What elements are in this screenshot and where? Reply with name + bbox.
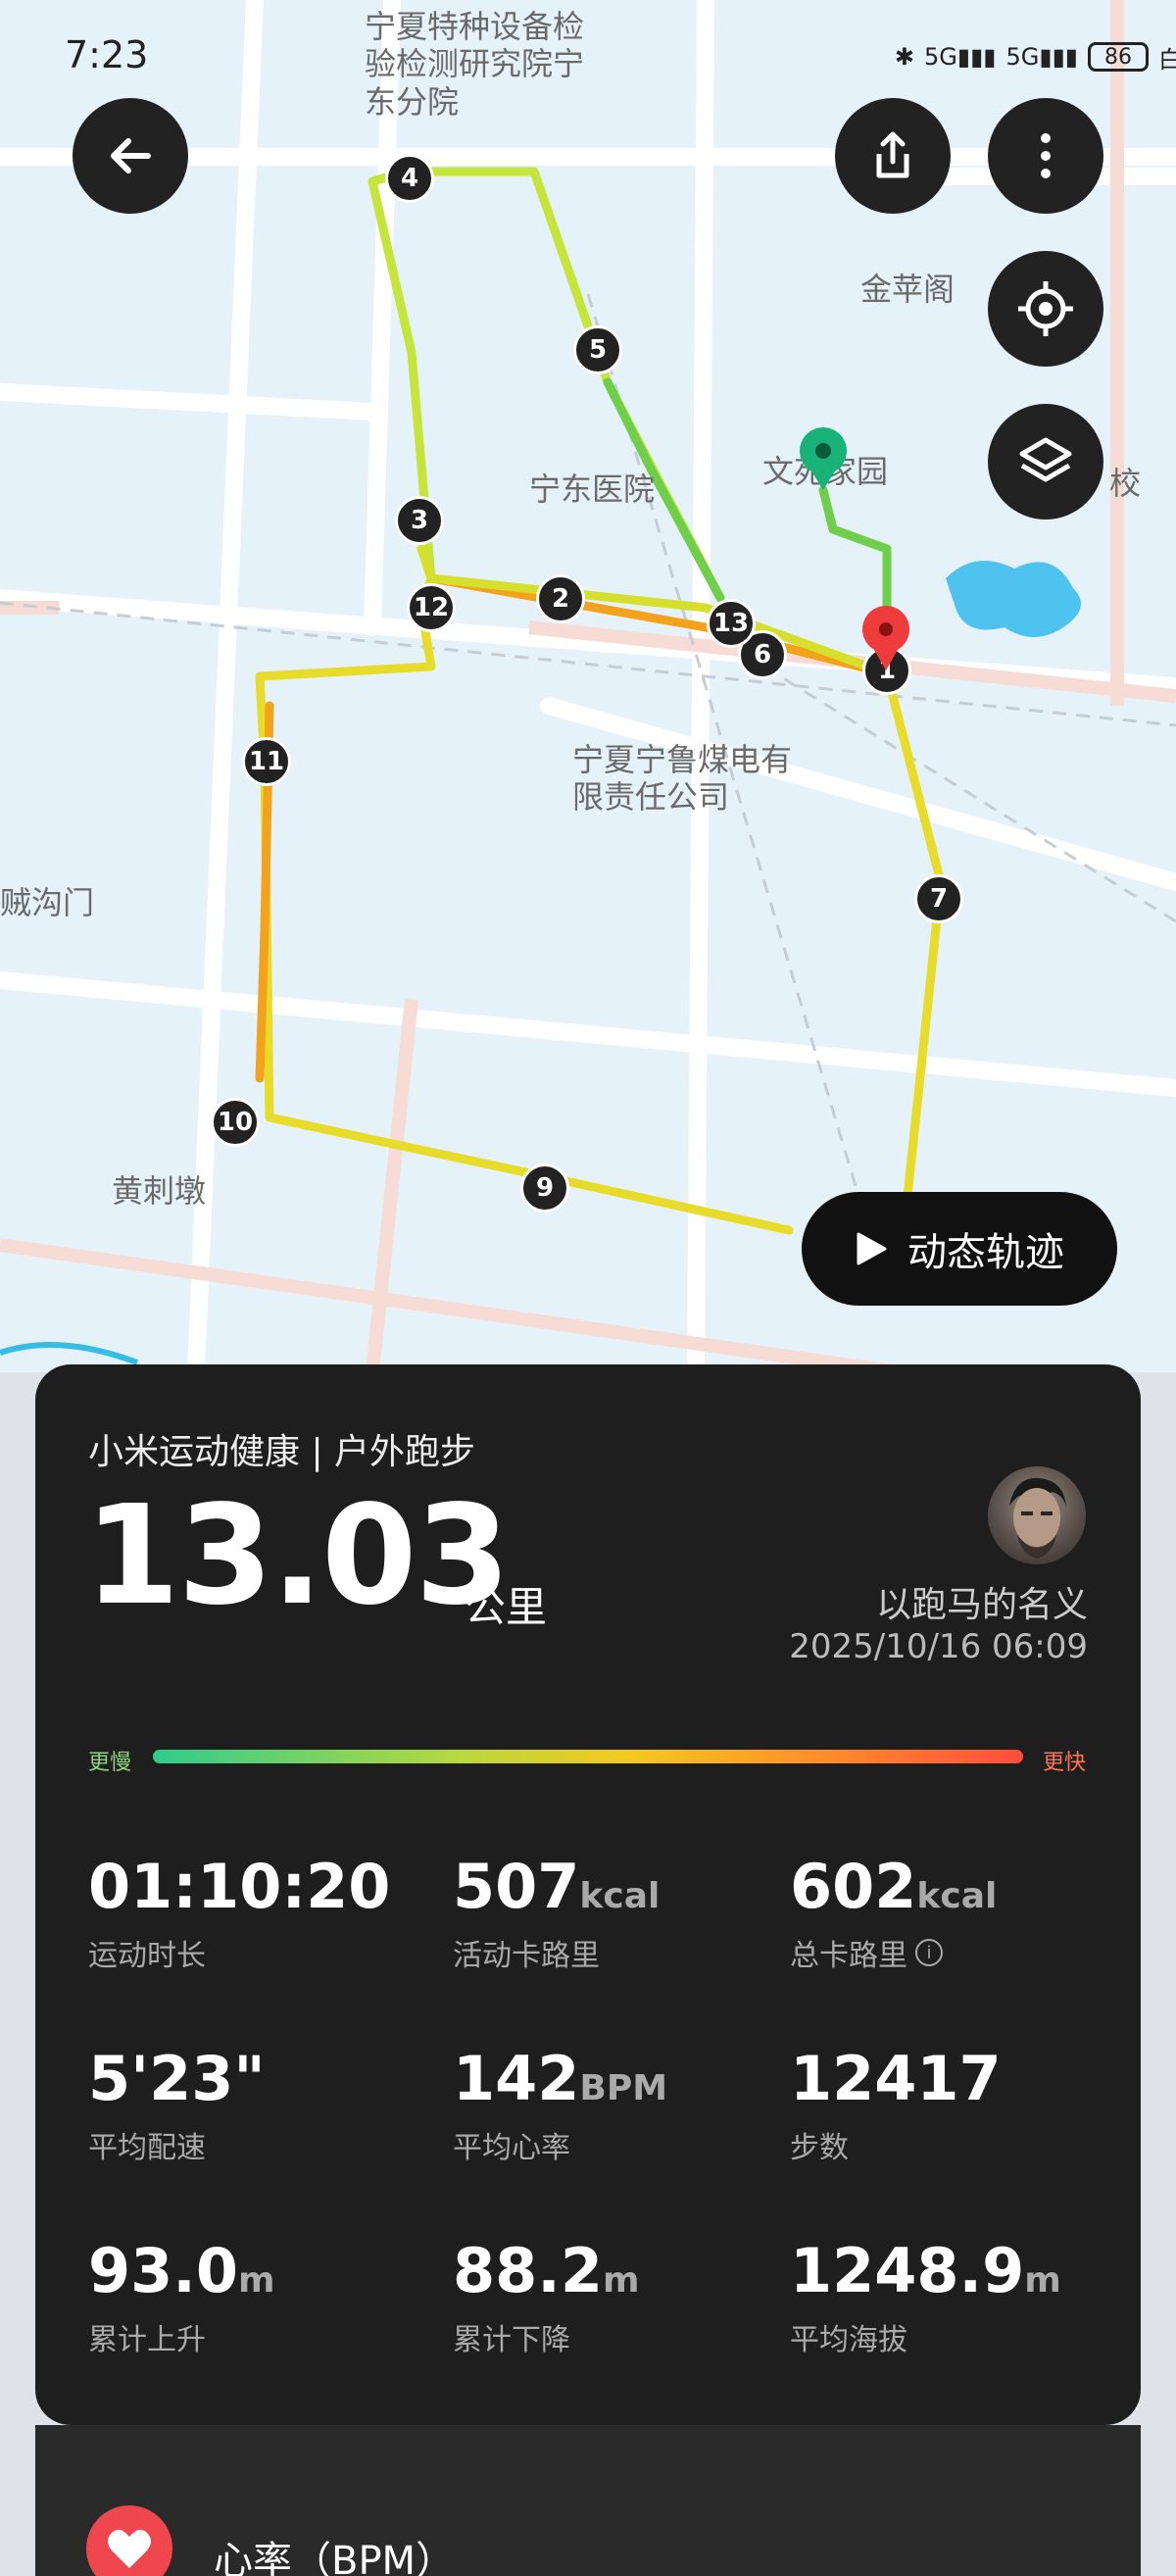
- stat-label: 步数: [790, 2131, 849, 2165]
- km-marker-2: 2: [536, 574, 585, 623]
- avatar[interactable]: [988, 1466, 1086, 1564]
- signal-5g-icon-2: 5G▮▮▮: [1005, 43, 1079, 71]
- km-marker-9: 9: [520, 1164, 569, 1213]
- route-playback-label: 动态轨迹: [907, 1230, 1064, 1275]
- locate-icon: [1018, 281, 1073, 336]
- poi-label: 宁夏宁鲁煤电有限责任公司: [572, 741, 793, 817]
- share-icon: [876, 131, 909, 178]
- back-arrow-icon: [111, 138, 151, 173]
- share-button[interactable]: [835, 98, 951, 214]
- signal-5g-icon: 5G▮▮▮: [924, 43, 997, 71]
- stat-duration: 01:10:20 运动时长: [88, 1857, 421, 1974]
- km-marker-4: 4: [385, 154, 434, 203]
- pace-slow-label: 更慢: [88, 1751, 132, 1775]
- pace-fast-label: 更快: [1042, 1751, 1086, 1775]
- locate-button[interactable]: [988, 251, 1103, 367]
- stat-avg-altitude: 1248.9m 平均海拔: [790, 2241, 1123, 2358]
- end-pin-icon: [862, 606, 909, 670]
- stat-steps: 12417 步数: [790, 2049, 1123, 2166]
- stat-label: 累计上升: [88, 2323, 206, 2357]
- workout-summary-card: 小米运动健康 | 户外跑步 13.03 公里 以跑马的名义 2025/10/16…: [35, 1364, 1141, 2425]
- poi-label: 贼沟门: [0, 884, 95, 921]
- stat-descent: 88.2m 累计下降: [453, 2241, 786, 2358]
- stat-unit: kcal: [579, 1876, 661, 1916]
- stat-label: 总卡路里: [790, 1939, 907, 1973]
- workout-date: 2025/10/16 06:09: [789, 1627, 1088, 1666]
- route-map[interactable]: 宁夏特种设备检验检测研究院宁东分院 金苹阁 宁东医院 文苑家园 宁夏宁鲁煤电有限…: [0, 0, 1176, 1372]
- layers-icon: [1019, 437, 1072, 482]
- stat-value: 01:10:20: [88, 1851, 391, 1922]
- lake: [946, 561, 1081, 637]
- distance-unit: 公里: [465, 1583, 548, 1631]
- stat-unit: m: [602, 2260, 640, 2301]
- poi-label: 黄刺墩: [112, 1172, 207, 1210]
- main-roads: [0, 0, 1176, 1372]
- stat-avg-heart-rate: 142BPM 平均心率: [453, 2049, 786, 2166]
- workout-detail-screen: 宁夏特种设备检验检测研究院宁东分院 金苹阁 宁东医院 文苑家园 宁夏宁鲁煤电有限…: [0, 0, 1176, 2576]
- more-vertical-icon: [1041, 133, 1051, 178]
- stat-value: 1248.9: [790, 2235, 1025, 2306]
- km-marker-10: 10: [211, 1098, 260, 1147]
- stat-value: 12417: [790, 2043, 1002, 2114]
- stat-value: 88.2: [453, 2235, 603, 2306]
- heart-rate-panel: [35, 2425, 1141, 2576]
- user-name: 以跑马的名义: [875, 1585, 1088, 1625]
- stat-value: 93.0: [88, 2235, 238, 2306]
- status-overflow-text: 白: [1158, 45, 1176, 74]
- stat-label: 平均配速: [88, 2131, 206, 2165]
- km-marker-13: 13: [707, 599, 756, 648]
- route-playback-button[interactable]: 动态轨迹: [802, 1192, 1117, 1306]
- stat-unit: m: [1024, 2260, 1061, 2301]
- status-time: 7:23: [65, 33, 149, 76]
- km-marker-12: 12: [407, 583, 456, 632]
- stat-value: 507: [453, 1851, 580, 1922]
- river: [0, 1342, 139, 1365]
- start-pin-icon: [800, 427, 847, 490]
- stat-unit: BPM: [579, 2068, 668, 2108]
- stat-value: 602: [790, 1851, 917, 1922]
- battery-indicator: 86: [1088, 42, 1149, 72]
- stat-label: 累计下降: [453, 2323, 570, 2357]
- bluetooth-icon: ✱: [894, 43, 914, 71]
- stat-unit: m: [237, 2260, 275, 2301]
- heart-icon: [108, 2529, 151, 2568]
- stat-active-calories: 507kcal 活动卡路里: [453, 1857, 786, 1974]
- layers-button[interactable]: [988, 404, 1103, 520]
- poi-label: 宁东医院: [529, 471, 656, 508]
- heart-rate-title: 心率（BPM）: [214, 2539, 456, 2576]
- back-button[interactable]: [73, 98, 188, 214]
- stat-value: 5'23": [88, 2043, 266, 2114]
- stat-total-calories: 602kcal 总卡路里 i: [790, 1857, 1123, 1974]
- km-marker-11: 11: [242, 737, 291, 786]
- poi-label: 金苹阁: [860, 271, 956, 308]
- pace-legend-bar: [153, 1750, 1023, 1763]
- poi-label: 宁夏特种设备检验检测研究院宁东分院: [365, 8, 585, 121]
- play-icon: [857, 1232, 887, 1265]
- km-marker-7: 7: [914, 874, 963, 923]
- map-canvas: [0, 0, 1176, 1372]
- stat-label: 平均海拔: [790, 2323, 907, 2357]
- km-marker-3: 3: [395, 496, 444, 545]
- stat-label: 运动时长: [88, 1939, 206, 1973]
- poi-label: 校: [1109, 465, 1142, 502]
- stat-avg-pace: 5'23" 平均配速: [88, 2049, 421, 2166]
- info-icon[interactable]: i: [915, 1939, 943, 1966]
- stat-label: 平均心率: [453, 2131, 570, 2165]
- avatar-face: [1009, 1477, 1066, 1559]
- distance-value: 13.03: [84, 1476, 511, 1636]
- more-button[interactable]: [988, 98, 1103, 214]
- road-network: [0, 0, 1176, 1372]
- stat-ascent: 93.0m 累计上升: [88, 2241, 421, 2358]
- stat-label: 活动卡路里: [453, 1939, 600, 1973]
- status-icons: ✱ 5G▮▮▮ 5G▮▮▮ 86 白: [895, 35, 1176, 78]
- stat-unit: kcal: [916, 1876, 998, 1916]
- workout-source: 小米运动健康 | 户外跑步: [88, 1432, 476, 1472]
- km-marker-5: 5: [573, 325, 622, 374]
- stat-value: 142: [453, 2043, 580, 2114]
